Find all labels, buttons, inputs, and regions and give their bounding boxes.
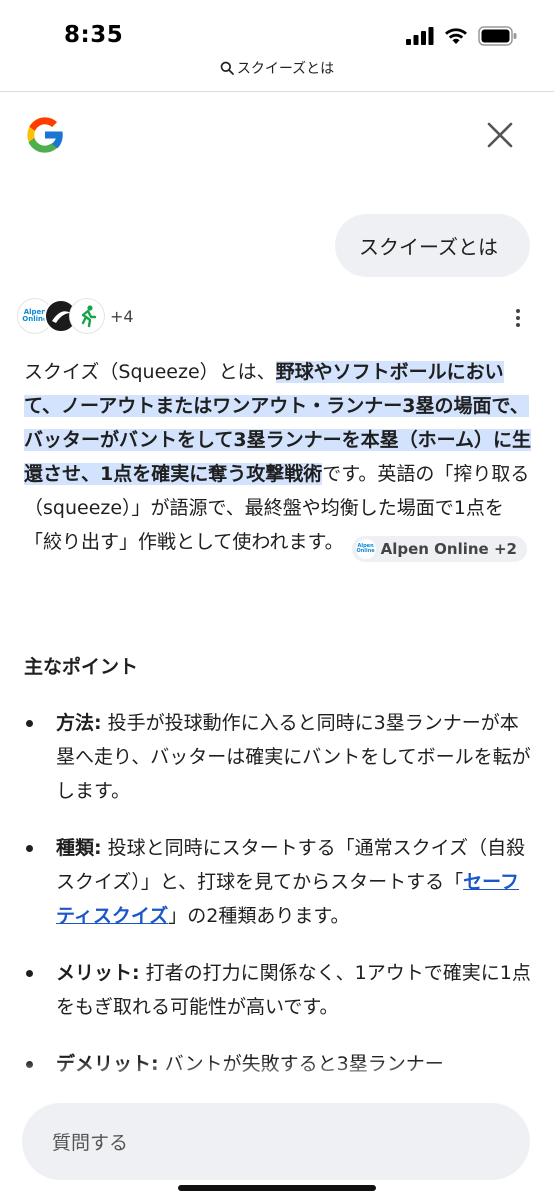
source-runner-logo [70,299,104,333]
google-logo-icon[interactable] [22,112,68,158]
list-item: 方法: 投手が投球動作に入ると同時に3塁ランナーが本塁へ走り、バッターは確実にバ… [24,706,534,808]
point-label: 方法: [56,712,102,734]
status-icons [406,26,518,46]
home-indicator [178,1185,376,1191]
cellular-signal-icon [406,27,434,45]
status-time: 8:35 [64,22,124,48]
address-bar[interactable]: スクイーズとは [0,58,554,78]
point-text: 」の2種類あります。 [168,905,350,927]
toolbar-divider [0,91,554,92]
wifi-icon [445,28,467,44]
list-item: メリット: 打者の打力に関係なく、1アウトで確実に1点をもぎ取れる可能性が高いで… [24,956,534,1024]
user-query-bubble: スクイーズとは [335,214,530,277]
source-chip[interactable]: Alpen Online Alpen Online +2 [351,536,527,562]
status-bar: 8:35 [0,0,554,60]
close-button[interactable] [480,115,520,155]
source-chip-label: Alpen Online +2 [380,540,517,558]
bullet-dot [26,720,33,727]
list-item: 種類: 投球と同時にスタートする「通常スクイズ（自殺スクイズ）」と、打球を見てか… [24,831,534,933]
sources-more-count: +4 [110,306,134,326]
point-text: 投球と同時にスタートする「通常スクイズ（自殺スクイズ）」と、打球を見てからスター… [56,837,526,893]
points-list: 方法: 投手が投球動作に入ると同時に3塁ランナーが本塁へ走り、バッターは確実にバ… [24,706,534,1104]
bullet-dot [26,970,33,977]
point-label: 種類: [56,837,102,859]
point-text: 投手が投球動作に入ると同時に3塁ランナーが本塁へ走り、バッターは確実にバントをし… [56,712,531,802]
battery-icon [478,26,517,46]
ask-input[interactable]: 質問する [22,1103,530,1180]
sources-row[interactable]: Alpen Online +4 [18,298,134,334]
bullet-dot [26,845,33,852]
ai-answer-paragraph: スクイズ（Squeeze）とは、野球やソフトボールにおいて、ノーアウトまたはワン… [24,355,532,562]
search-icon [220,61,234,75]
alpen-online-chip-logo: Alpen Online [355,539,376,559]
section-title: 主なポイント [24,656,139,678]
more-options-icon[interactable] [506,304,530,332]
address-text: スクイーズとは [236,61,335,77]
runner-icon [81,305,97,328]
answer-intro: スクイズ（Squeeze）とは、 [24,361,276,383]
close-icon [487,122,513,148]
point-label: メリット: [56,962,140,984]
